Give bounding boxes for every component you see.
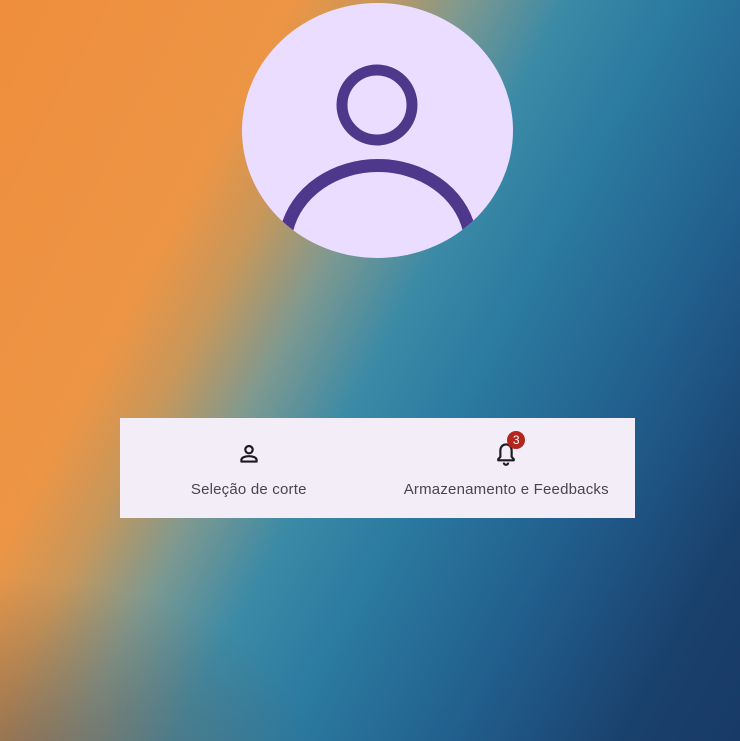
bottom-navigation-bar: Seleção de corte 3 Armazenamento e Feedb…: [120, 418, 635, 518]
nav-item-selecao-de-corte[interactable]: Seleção de corte: [120, 418, 378, 518]
bell-outline-icon: 3: [493, 431, 526, 467]
nav-item-label: Armazenamento e Feedbacks: [403, 481, 609, 498]
nav-item-armazenamento-e-feedbacks[interactable]: 3 Armazenamento e Feedbacks: [378, 418, 636, 518]
person-outline-icon: [236, 441, 262, 467]
nav-item-label: Seleção de corte: [190, 481, 307, 498]
profile-avatar[interactable]: [242, 3, 513, 258]
person-icon: [280, 64, 476, 231]
notification-badge: 3: [507, 431, 526, 449]
